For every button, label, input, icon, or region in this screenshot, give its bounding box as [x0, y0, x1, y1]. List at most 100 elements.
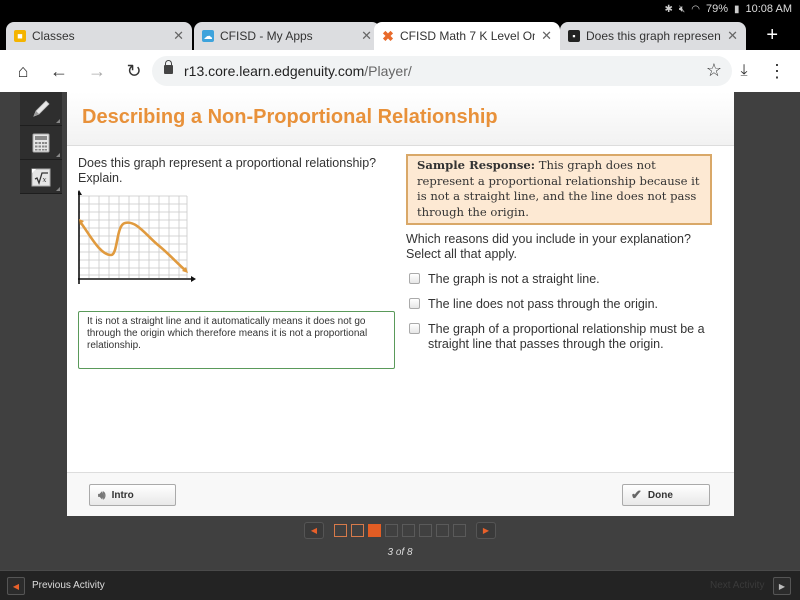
calculator-tool-button[interactable]	[20, 126, 62, 160]
home-icon[interactable]: ⌂	[12, 60, 34, 82]
pager-page-2[interactable]	[351, 524, 364, 537]
url-path: /Player/	[364, 63, 412, 79]
pager-page-3[interactable]	[368, 524, 381, 537]
google-classroom-icon: ■	[14, 30, 26, 42]
battery-icon: ▮	[734, 3, 740, 15]
tab-cfisd-my-apps[interactable]: ☁ CFISD - My Apps ✕	[194, 22, 380, 50]
flag-icon: ▪	[568, 30, 580, 42]
forward-arrow-icon[interactable]: →	[86, 60, 108, 82]
left-triangle-icon: ◀	[310, 526, 318, 535]
pager-page-7[interactable]	[436, 524, 449, 537]
tab-does-this-graph[interactable]: ▪ Does this graph represent a ✕	[560, 22, 746, 50]
card-footer: 🔊︎ Intro ✔ Done	[67, 472, 734, 516]
close-icon[interactable]: ✕	[173, 28, 184, 44]
non-proportional-graph	[78, 190, 196, 284]
pencil-tool-button[interactable]	[20, 92, 62, 126]
checkbox[interactable]	[409, 323, 420, 334]
lock-icon	[164, 60, 173, 74]
close-icon[interactable]: ✕	[361, 28, 372, 44]
close-icon[interactable]: ✕	[727, 28, 738, 44]
done-button[interactable]: ✔ Done	[622, 484, 710, 506]
svg-text:x: x	[43, 176, 47, 184]
clock: 10:08 AM	[745, 3, 792, 15]
right-triangle-icon: ▶	[778, 581, 786, 591]
lesson-title: Describing a Non-Proportional Relationsh…	[82, 106, 498, 128]
question-column: Does this graph represent a proportional…	[78, 156, 395, 369]
activity-pager: ◀ ▶	[304, 522, 496, 539]
mute-icon: 🔇︎	[678, 3, 686, 15]
download-icon[interactable]: ⤓	[733, 60, 755, 82]
tab-title: Classes	[32, 29, 75, 43]
pager-page-1[interactable]	[334, 524, 347, 537]
checkmark-icon: ✔	[631, 487, 642, 502]
next-activity-button[interactable]: ▶	[773, 577, 791, 595]
tab-title: CFISD Math 7 K Level Online	[400, 29, 535, 43]
formula-tool-button[interactable]: x	[20, 160, 62, 194]
android-status-bar: ✱ 🔇︎ ◠ 79% ▮ 10:08 AM	[0, 0, 800, 20]
edgenuity-player: x Describing a Non-Proportional Relation…	[0, 92, 800, 600]
address-bar[interactable]: r13.core.learn.edgenuity.com/Player/ ☆	[152, 56, 732, 86]
bookmark-star-icon[interactable]: ☆	[706, 60, 722, 81]
card-header: Describing a Non-Proportional Relationsh…	[67, 92, 734, 146]
done-label: Done	[647, 489, 673, 501]
x-axis-arrow	[191, 276, 196, 282]
pager-page-6[interactable]	[419, 524, 432, 537]
page-count: 3 of 8	[387, 547, 413, 558]
more-menu-icon[interactable]: ⋮	[768, 60, 786, 82]
sample-response: Sample Response: This graph does not rep…	[406, 154, 712, 225]
tab-title: CFISD - My Apps	[220, 29, 313, 43]
checkbox[interactable]	[409, 273, 420, 284]
pager-page-8[interactable]	[453, 524, 466, 537]
intro-button[interactable]: 🔊︎ Intro	[89, 484, 176, 506]
pager-prev-button[interactable]: ◀	[304, 522, 324, 539]
bluetooth-icon: ✱	[664, 3, 673, 15]
response-column: Sample Response: This graph does not rep…	[406, 154, 712, 362]
browser-toolbar: ⌂ ← → ↻ r13.core.learn.edgenuity.com/Pla…	[0, 50, 800, 92]
tab-title: Does this graph represent a	[586, 29, 722, 43]
reasons-question: Which reasons did you include in your ex…	[406, 232, 691, 261]
pager-next-button[interactable]: ▶	[476, 522, 496, 539]
url-text[interactable]: r13.core.learn.edgenuity.com/Player/	[184, 63, 412, 79]
reason-option[interactable]: The graph is not a straight line.	[406, 272, 712, 287]
sample-response-label: Sample Response:	[417, 158, 536, 172]
lesson-card: Describing a Non-Proportional Relationsh…	[67, 92, 734, 516]
previous-activity-button[interactable]: ◀	[7, 577, 25, 595]
option-label: The graph of a proportional relationship…	[428, 322, 705, 351]
reason-option[interactable]: The line does not pass through the origi…	[406, 297, 712, 312]
option-label: The line does not pass through the origi…	[428, 297, 659, 311]
question-text: Does this graph represent a proportional…	[78, 156, 377, 185]
option-label: The graph is not a straight line.	[428, 272, 600, 286]
cloud-icon: ☁	[202, 30, 214, 42]
url-host: r13.core.learn.edgenuity.com	[184, 63, 365, 79]
tab-cfisd-math[interactable]: ✖ CFISD Math 7 K Level Online ✕	[374, 22, 560, 50]
previous-activity-label[interactable]: Previous Activity	[32, 580, 105, 591]
edgenuity-x-icon: ✖	[382, 27, 394, 44]
graph-grid	[79, 195, 188, 278]
y-axis-arrow	[78, 190, 82, 195]
reason-option[interactable]: The graph of a proportional relationship…	[406, 322, 712, 352]
left-triangle-icon: ◀	[12, 581, 20, 591]
graph-axes	[78, 193, 192, 284]
student-answer-box[interactable]: It is not a straight line and it automat…	[78, 311, 395, 369]
checkbox[interactable]	[409, 298, 420, 309]
calculator-icon	[32, 133, 50, 152]
speaker-icon: 🔊︎	[98, 487, 106, 502]
reason-options: The graph is not a straight line. The li…	[406, 272, 712, 352]
battery-percent: 79%	[705, 3, 728, 15]
tab-classes[interactable]: ■ Classes ✕	[6, 22, 192, 50]
wifi-icon: ◠	[691, 3, 700, 15]
square-root-icon: x	[31, 168, 51, 186]
reload-icon[interactable]: ↻	[123, 60, 145, 82]
pencil-icon	[33, 99, 50, 117]
tab-strip: ■ Classes ✕ ☁ CFISD - My Apps ✕ ✖ CFISD …	[0, 20, 800, 50]
next-activity-label: Next Activity	[710, 580, 765, 591]
tool-panel: x	[20, 92, 62, 194]
pager-page-5[interactable]	[402, 524, 415, 537]
pager-page-4[interactable]	[385, 524, 398, 537]
new-tab-button[interactable]: +	[766, 25, 778, 45]
activity-nav-bar: ◀ Previous Activity Next Activity ▶	[0, 570, 800, 600]
intro-label: Intro	[111, 489, 134, 501]
right-triangle-icon: ▶	[482, 526, 490, 535]
close-icon[interactable]: ✕	[541, 28, 552, 44]
back-arrow-icon[interactable]: ←	[48, 60, 70, 82]
